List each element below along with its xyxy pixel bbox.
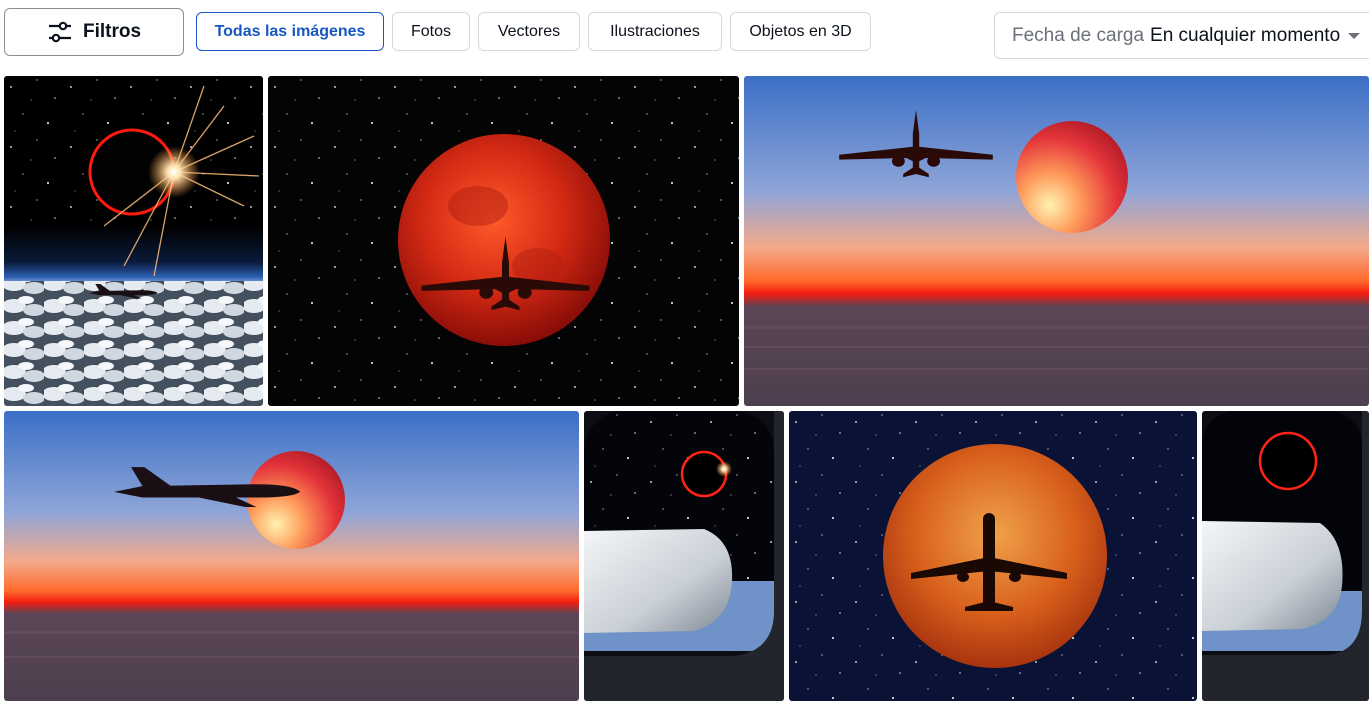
image-red-moon-plane-front[interactable] [268, 76, 739, 406]
filters-label: Filtros [82, 21, 142, 42]
upload-date-value: En cualquier momento [1150, 24, 1341, 46]
chip-photos[interactable]: Fotos [392, 12, 470, 51]
image-orange-moon-plane[interactable] [789, 411, 1197, 701]
sliders-icon [48, 21, 71, 43]
chip-3d-objects[interactable]: Objetos en 3D [730, 12, 871, 51]
image-eclipse-window-engine[interactable] [584, 411, 784, 701]
chevron-down-icon [1348, 32, 1361, 39]
chip-label: Todas las imágenes [214, 22, 366, 40]
filters-button[interactable]: Filtros [4, 8, 184, 56]
upload-date-select[interactable]: Fecha de carga En cualquier momento [994, 12, 1369, 59]
chip-vectors[interactable]: Vectores [478, 12, 580, 51]
chip-illustrations[interactable]: Ilustraciones [588, 12, 722, 51]
image-plane-sunset-moon[interactable] [744, 76, 1369, 406]
chip-label: Vectores [497, 22, 561, 40]
chip-label: Objetos en 3D [749, 22, 852, 40]
chip-label: Fotos [410, 22, 451, 40]
image-eclipse-over-clouds[interactable] [4, 76, 263, 406]
chip-all-images[interactable]: Todas las imágenes [196, 12, 384, 51]
image-plane-side-sunset-moon[interactable] [4, 411, 579, 701]
image-eclipse-window-engine-2[interactable] [1202, 411, 1369, 701]
chip-label: Ilustraciones [610, 22, 700, 40]
upload-date-label: Fecha de carga [1012, 24, 1145, 46]
